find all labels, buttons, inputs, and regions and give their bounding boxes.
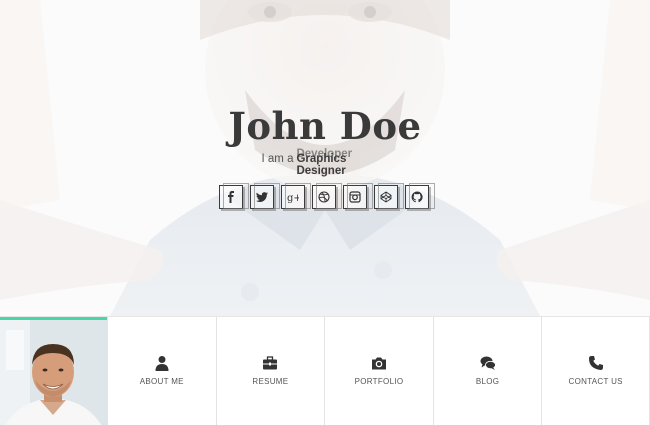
nav-label: RESUME — [252, 377, 289, 386]
instagram-link[interactable] — [343, 183, 373, 209]
phone-icon — [588, 356, 603, 370]
user-icon — [155, 356, 169, 371]
nav-blog[interactable]: BLOG — [432, 317, 542, 425]
nav-about-me[interactable]: ABOUT ME — [107, 317, 216, 425]
facebook-icon — [228, 191, 234, 203]
google-plus-link[interactable]: g+ — [281, 183, 311, 209]
briefcase-icon — [263, 356, 278, 370]
github-icon — [411, 191, 423, 203]
github-link[interactable] — [405, 183, 435, 209]
nav-resume[interactable]: RESUME — [215, 317, 325, 425]
avatar — [0, 320, 107, 425]
nav-contact-us[interactable]: CONTACT US — [541, 317, 650, 425]
tagline-prefix: I am a — [261, 153, 294, 165]
dribbble-icon — [318, 191, 330, 203]
rotating-role: Developer Graphics Designer — [296, 148, 388, 177]
hero-name: John Doe — [228, 104, 422, 148]
comments-icon — [480, 356, 496, 370]
nav-strip: ABOUT ME RESUME PORTFOLIO BLOG CONTACT U… — [0, 316, 650, 425]
twitter-link[interactable] — [250, 183, 280, 209]
profile-photo — [0, 317, 107, 425]
nav-label: ABOUT ME — [139, 377, 184, 386]
svg-text:g+: g+ — [287, 193, 299, 203]
nav-label: PORTFOLIO — [354, 377, 404, 386]
role-current: Graphics Designer — [296, 153, 347, 177]
social-links: g+ — [219, 183, 435, 211]
nav-label: BLOG — [475, 377, 500, 386]
twitter-icon — [256, 192, 268, 203]
facebook-link[interactable] — [219, 183, 249, 209]
hero-section: John Doe I am a Developer Graphics Designe… — [0, 0, 650, 316]
dribbble-link[interactable] — [312, 183, 342, 209]
instagram-icon — [349, 191, 361, 203]
hero-tagline: I am a Developer Graphics Designer — [0, 148, 650, 177]
nav-label: CONTACT US — [568, 377, 623, 386]
main-nav: ABOUT ME RESUME PORTFOLIO BLOG CONTACT U… — [107, 317, 650, 425]
camera-icon — [371, 357, 386, 370]
codepen-link[interactable] — [374, 183, 404, 209]
codepen-icon — [380, 191, 392, 203]
google-plus-icon: g+ — [287, 193, 299, 203]
nav-portfolio[interactable]: PORTFOLIO — [324, 317, 433, 425]
hero-content: John Doe I am a Developer Graphics Designe… — [0, 0, 650, 316]
